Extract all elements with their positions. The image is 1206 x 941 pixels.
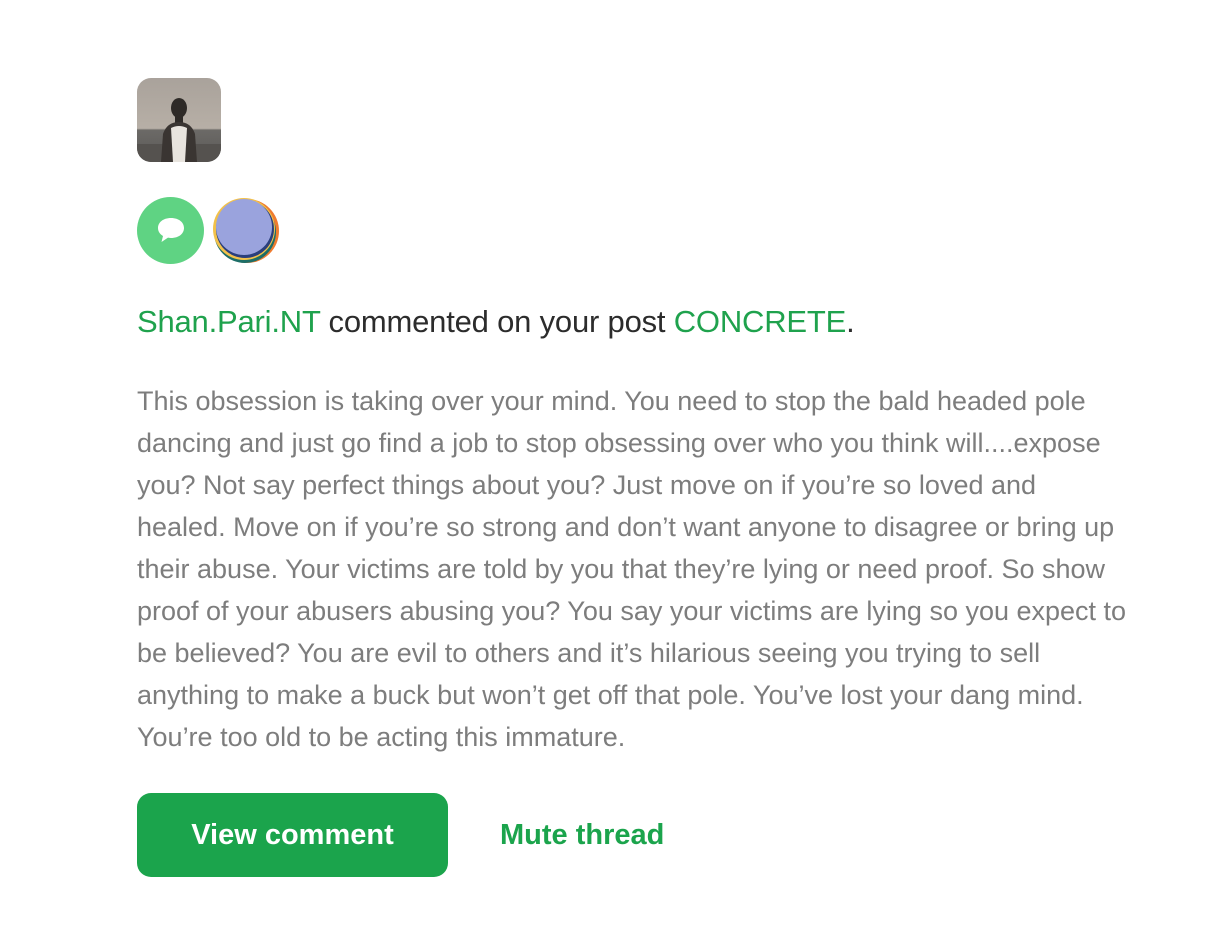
view-comment-button[interactable]: View comment xyxy=(137,793,448,877)
action-bar: View comment Mute thread xyxy=(137,793,1137,877)
notification-card: Shan.Pari.NT commented on your post CONC… xyxy=(137,78,1137,877)
post-title-link[interactable]: CONCRETE xyxy=(674,304,847,339)
colorful-orb-icon xyxy=(213,198,279,263)
avatar[interactable] xyxy=(137,78,221,162)
notification-headline: Shan.Pari.NT commented on your post CONC… xyxy=(137,302,1137,342)
notification-icons xyxy=(137,196,1137,264)
headline-action-text: commented on your post xyxy=(320,304,674,339)
avatar-photo xyxy=(137,78,221,162)
comment-text: This obsession is taking over your mind.… xyxy=(137,386,1127,752)
username-link[interactable]: Shan.Pari.NT xyxy=(137,304,320,339)
speech-bubble-icon xyxy=(137,196,204,264)
mute-thread-button[interactable]: Mute thread xyxy=(500,819,664,852)
headline-period: . xyxy=(846,304,855,339)
